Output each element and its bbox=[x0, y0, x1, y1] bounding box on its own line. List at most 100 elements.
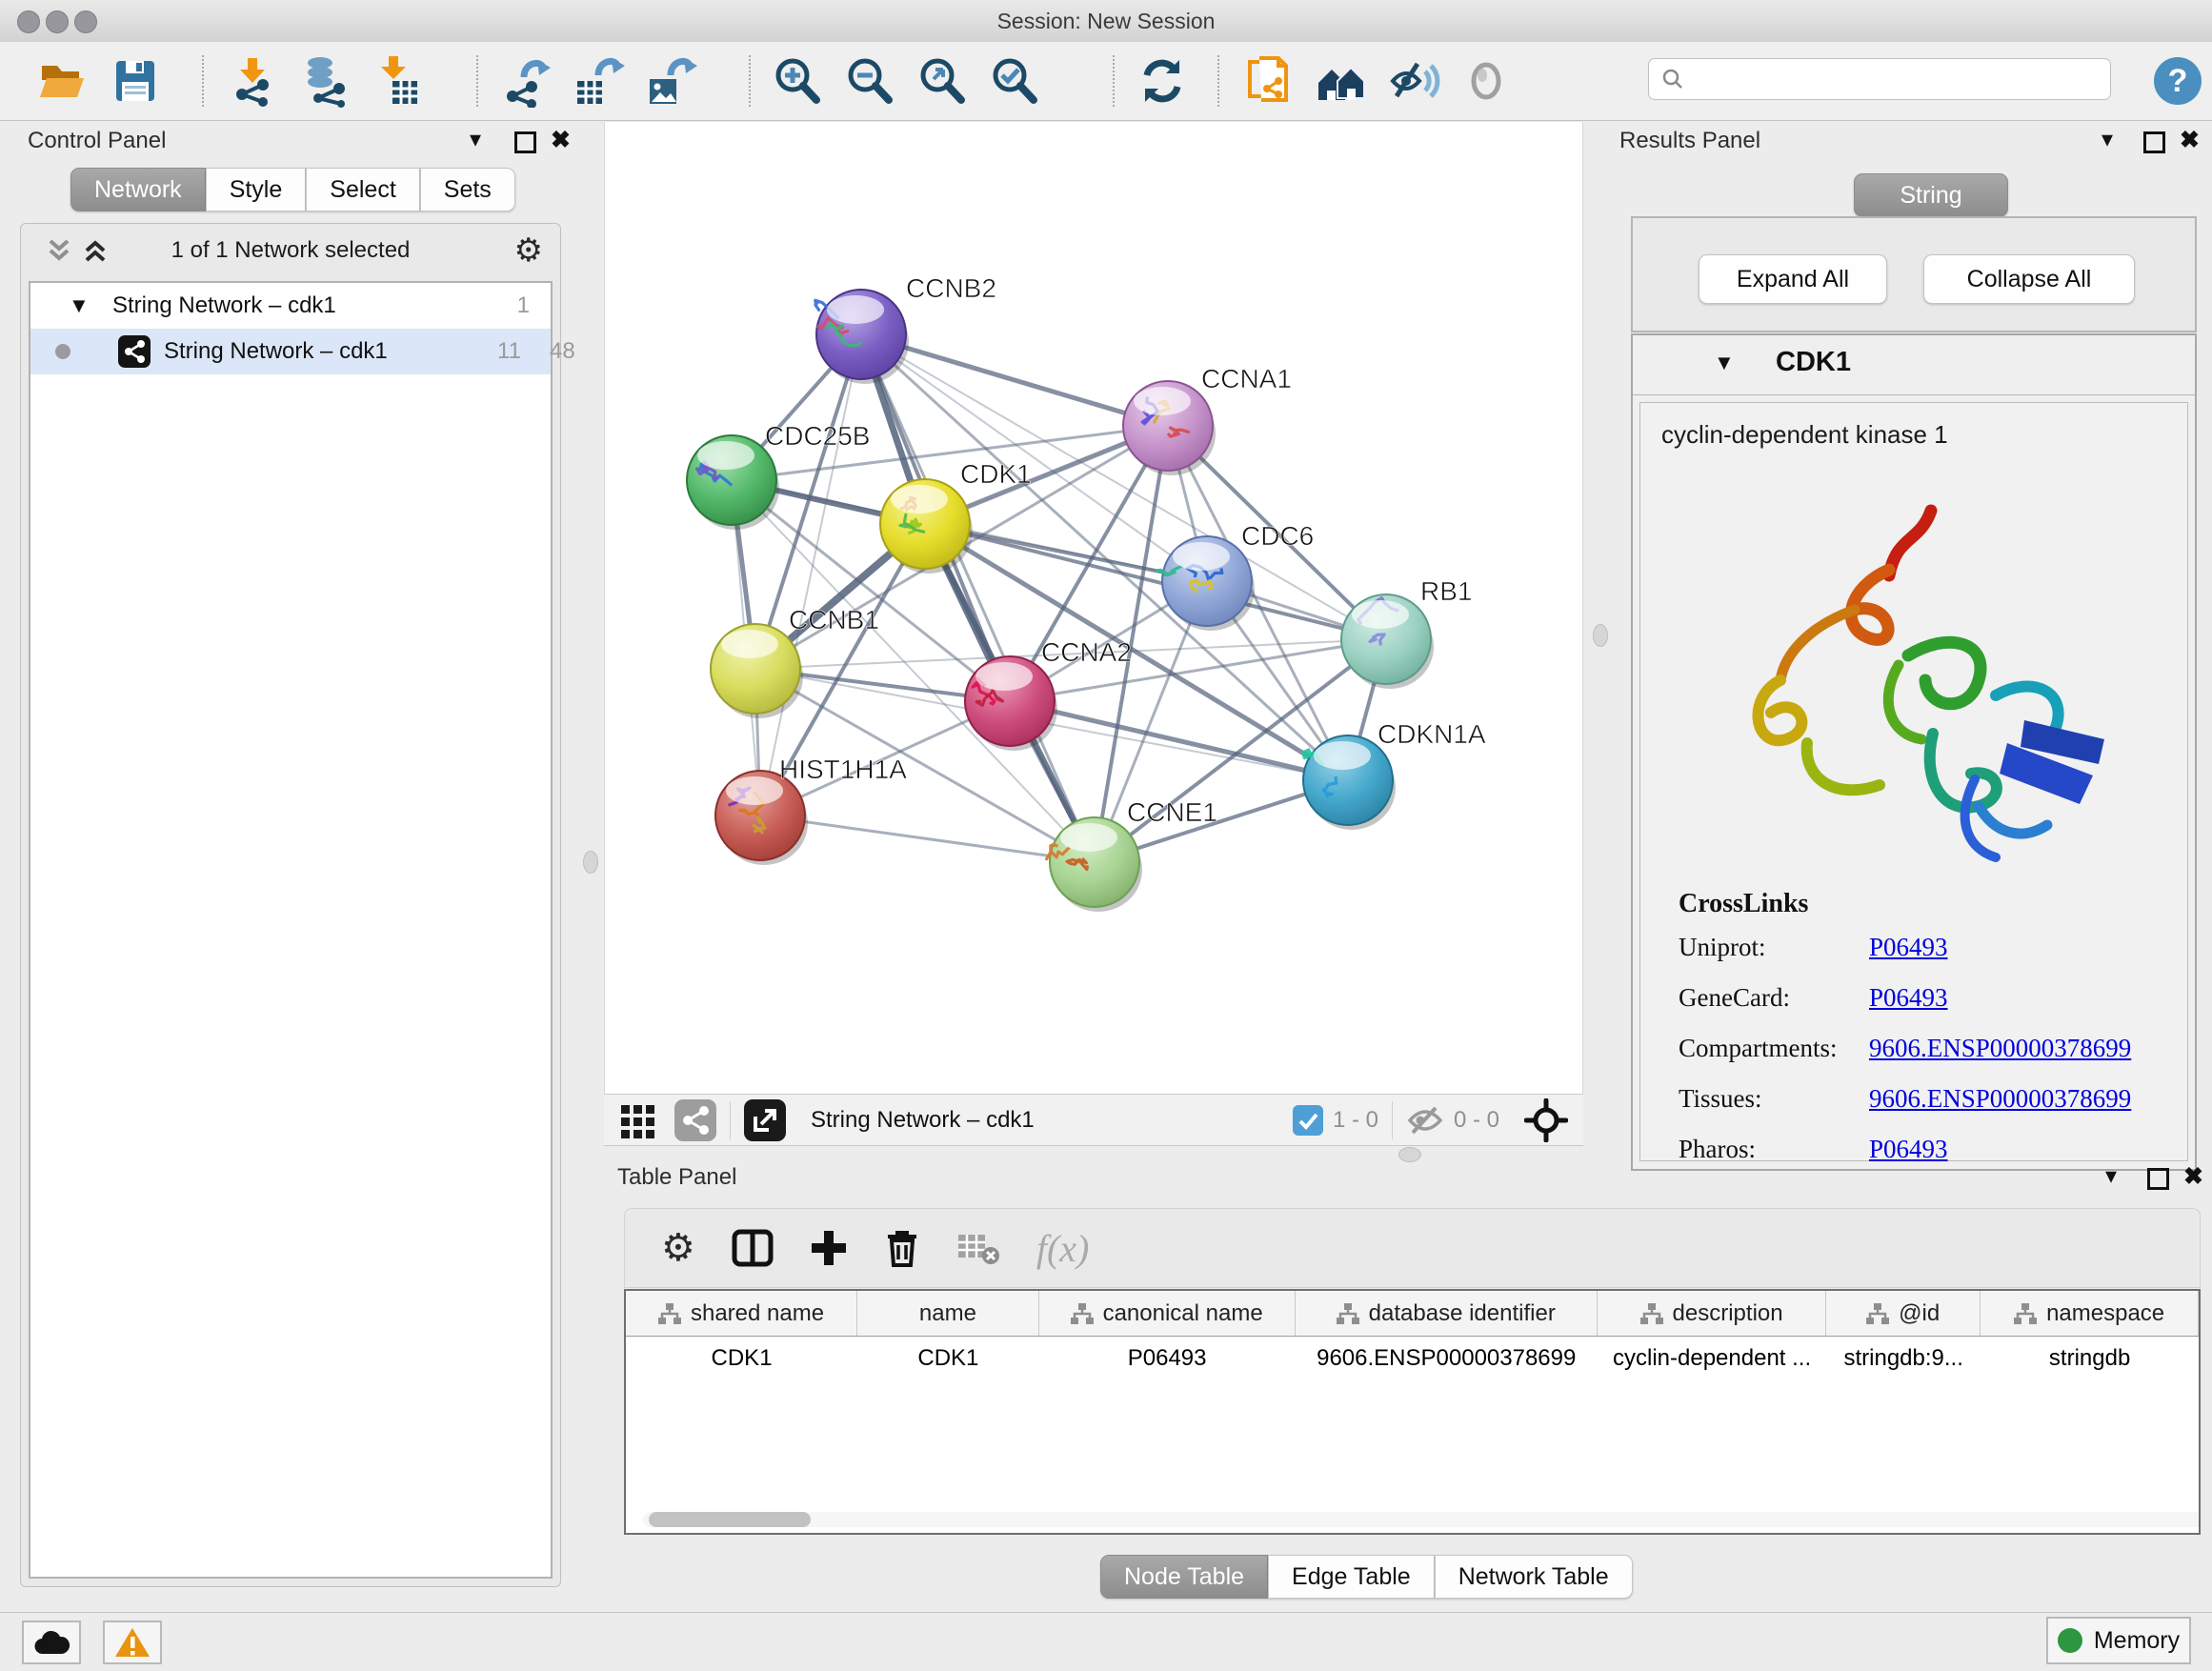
show-selection-icon[interactable] bbox=[1458, 53, 1514, 109]
delete-column-icon[interactable] bbox=[884, 1228, 920, 1268]
tab-style[interactable]: Style bbox=[206, 168, 307, 211]
control-panel-close-icon[interactable]: ✖ bbox=[551, 126, 571, 154]
tab-string[interactable]: String bbox=[1854, 173, 2008, 217]
network-collection-row[interactable]: ▼ String Network – cdk1 1 bbox=[30, 283, 551, 329]
cell-shared-name[interactable]: CDK1 bbox=[626, 1337, 857, 1380]
help-icon[interactable]: ? bbox=[2150, 53, 2205, 109]
tab-network[interactable]: Network bbox=[70, 168, 206, 211]
table-options-gear-icon[interactable]: ⚙ bbox=[661, 1226, 695, 1270]
left-splitter-handle[interactable] bbox=[583, 851, 598, 874]
import-network-database-icon[interactable] bbox=[298, 53, 353, 109]
control-panel-float-icon[interactable] bbox=[514, 131, 536, 153]
network-options-gear-icon[interactable]: ⚙ bbox=[514, 232, 543, 270]
birdseye-crosshair-icon[interactable] bbox=[1524, 1098, 1568, 1142]
network-node-CCNA1[interactable]: CCNA1 bbox=[1123, 364, 1292, 475]
home-icon[interactable] bbox=[1314, 53, 1369, 109]
cell-name[interactable]: CDK1 bbox=[857, 1337, 1039, 1380]
cloud-icon bbox=[32, 1629, 70, 1656]
selected-checkbox-icon[interactable] bbox=[1293, 1105, 1323, 1136]
network-status-dot bbox=[55, 344, 70, 359]
cell-@id[interactable]: stringdb:9... bbox=[1826, 1337, 1981, 1380]
zoom-fit-icon[interactable] bbox=[915, 53, 971, 109]
control-panel-menu-icon[interactable]: ▾ bbox=[470, 126, 481, 153]
protein-collapse-icon[interactable]: ▼ bbox=[1714, 351, 1735, 375]
scrollbar-thumb[interactable] bbox=[649, 1512, 811, 1527]
crosslink-link[interactable]: P06493 bbox=[1869, 933, 1948, 962]
node-label-CCNA1: CCNA1 bbox=[1201, 364, 1292, 393]
search-input[interactable] bbox=[1685, 66, 2089, 92]
refresh-icon[interactable] bbox=[1135, 53, 1190, 109]
network-edge-CDK1-RB1[interactable] bbox=[925, 524, 1386, 639]
network-list-header: 1 of 1 Network selected ⚙ bbox=[21, 224, 560, 277]
column-header-description[interactable]: description bbox=[1598, 1291, 1826, 1336]
cloud-status-button[interactable] bbox=[22, 1621, 81, 1664]
results-panel-float-icon[interactable] bbox=[2143, 131, 2165, 153]
right-splitter-handle[interactable] bbox=[1593, 624, 1608, 647]
add-column-icon[interactable] bbox=[810, 1229, 848, 1267]
share-document-icon[interactable] bbox=[1241, 53, 1297, 109]
tab-node-table[interactable]: Node Table bbox=[1100, 1555, 1268, 1599]
import-table-icon[interactable] bbox=[371, 53, 426, 109]
window-title: Session: New Session bbox=[0, 9, 2212, 34]
column-header-database-identifier[interactable]: database identifier bbox=[1296, 1291, 1598, 1336]
cell-description[interactable]: cyclin-dependent ... bbox=[1598, 1337, 1826, 1380]
crosslink-link[interactable]: 9606.ENSP00000378699 bbox=[1869, 1084, 2131, 1114]
tab-select[interactable]: Select bbox=[306, 168, 419, 211]
network-node-CCNB1[interactable]: CCNB1 bbox=[711, 605, 879, 718]
column-header-canonical-name[interactable]: canonical name bbox=[1039, 1291, 1296, 1336]
protein-section-header[interactable]: ▼ CDK1 bbox=[1633, 335, 2195, 395]
column-header-namespace[interactable]: namespace bbox=[1981, 1291, 2199, 1336]
zoom-in-icon[interactable] bbox=[771, 53, 826, 109]
tab-network-table[interactable]: Network Table bbox=[1435, 1555, 1633, 1599]
results-panel-menu-icon[interactable]: ▾ bbox=[2101, 126, 2113, 153]
cell-namespace[interactable]: stringdb bbox=[1981, 1337, 2199, 1380]
crosslink-link[interactable]: 9606.ENSP00000378699 bbox=[1869, 1034, 2131, 1063]
network-node-HIST1H1A[interactable]: HIST1H1A bbox=[715, 755, 907, 865]
node-table[interactable]: shared namenamecanonical namedatabase id… bbox=[624, 1289, 2201, 1535]
export-table-icon[interactable] bbox=[571, 53, 626, 109]
network-node-CDK1[interactable]: CDK1 bbox=[880, 459, 1032, 574]
results-panel-close-icon[interactable]: ✖ bbox=[2180, 126, 2200, 154]
tab-sets[interactable]: Sets bbox=[420, 168, 515, 211]
open-session-icon[interactable] bbox=[35, 53, 90, 109]
network-node-RB1[interactable]: RB1 bbox=[1341, 576, 1472, 689]
import-network-file-icon[interactable] bbox=[226, 53, 281, 109]
zoom-out-icon[interactable] bbox=[843, 53, 898, 109]
column-header-shared-name[interactable]: shared name bbox=[626, 1291, 857, 1336]
warning-status-button[interactable] bbox=[103, 1621, 162, 1664]
collection-expand-icon[interactable]: ▼ bbox=[69, 293, 90, 318]
table-horizontal-scrollbar[interactable] bbox=[643, 1512, 2201, 1527]
cell-canonical-name[interactable]: P06493 bbox=[1039, 1337, 1296, 1380]
cell-database-identifier[interactable]: 9606.ENSP00000378699 bbox=[1296, 1337, 1598, 1380]
crosslink-label: Uniprot: bbox=[1679, 933, 1869, 962]
collapse-all-button[interactable]: Collapse All bbox=[1923, 254, 2135, 304]
network-row[interactable]: String Network – cdk1 11 48 bbox=[30, 329, 551, 374]
network-node-CDKN1A[interactable]: CDKN1A bbox=[1303, 719, 1486, 830]
table-row[interactable]: CDK1CDK1P064939606.ENSP00000378699cyclin… bbox=[626, 1337, 2199, 1380]
show-columns-icon[interactable] bbox=[732, 1229, 774, 1267]
expand-all-button[interactable]: Expand All bbox=[1699, 254, 1887, 304]
table-panel-float-icon[interactable] bbox=[2147, 1168, 2169, 1190]
network-share-icon[interactable] bbox=[674, 1099, 716, 1141]
network-edge-CCNE1-HIST1H1A[interactable] bbox=[760, 815, 1095, 862]
export-network-icon[interactable] bbox=[498, 53, 553, 109]
network-edge-CCNB2-HIST1H1A[interactable] bbox=[760, 334, 861, 815]
crosslink-link[interactable]: P06493 bbox=[1869, 983, 1948, 1013]
column-header-name[interactable]: name bbox=[857, 1291, 1039, 1336]
hide-selection-icon[interactable] bbox=[1386, 53, 1441, 109]
detach-view-icon[interactable] bbox=[744, 1099, 786, 1141]
memory-button[interactable]: Memory bbox=[2046, 1617, 2191, 1664]
table-panel-menu-icon[interactable]: ▾ bbox=[2105, 1162, 2117, 1190]
network-edge-CCNA2-CDKN1A[interactable] bbox=[1010, 701, 1348, 780]
protein-section: ▼ CDK1 cyclin-dependent kinase 1 bbox=[1631, 333, 2197, 1171]
zoom-selected-icon[interactable] bbox=[988, 53, 1043, 109]
tab-edge-table[interactable]: Edge Table bbox=[1268, 1555, 1435, 1599]
export-image-icon[interactable] bbox=[643, 53, 698, 109]
search-field[interactable] bbox=[1648, 58, 2111, 100]
table-panel-close-icon[interactable]: ✖ bbox=[2183, 1162, 2203, 1191]
node-label-CCNB1: CCNB1 bbox=[789, 605, 879, 634]
network-canvas[interactable]: CCNB2CCNA1CDC25BCDK1CDC6RB1CCNB1CCNA2CDK… bbox=[604, 122, 1583, 1094]
grid-view-icon[interactable] bbox=[619, 1101, 657, 1139]
save-session-icon[interactable] bbox=[108, 53, 163, 109]
column-header-@id[interactable]: @id bbox=[1826, 1291, 1981, 1336]
